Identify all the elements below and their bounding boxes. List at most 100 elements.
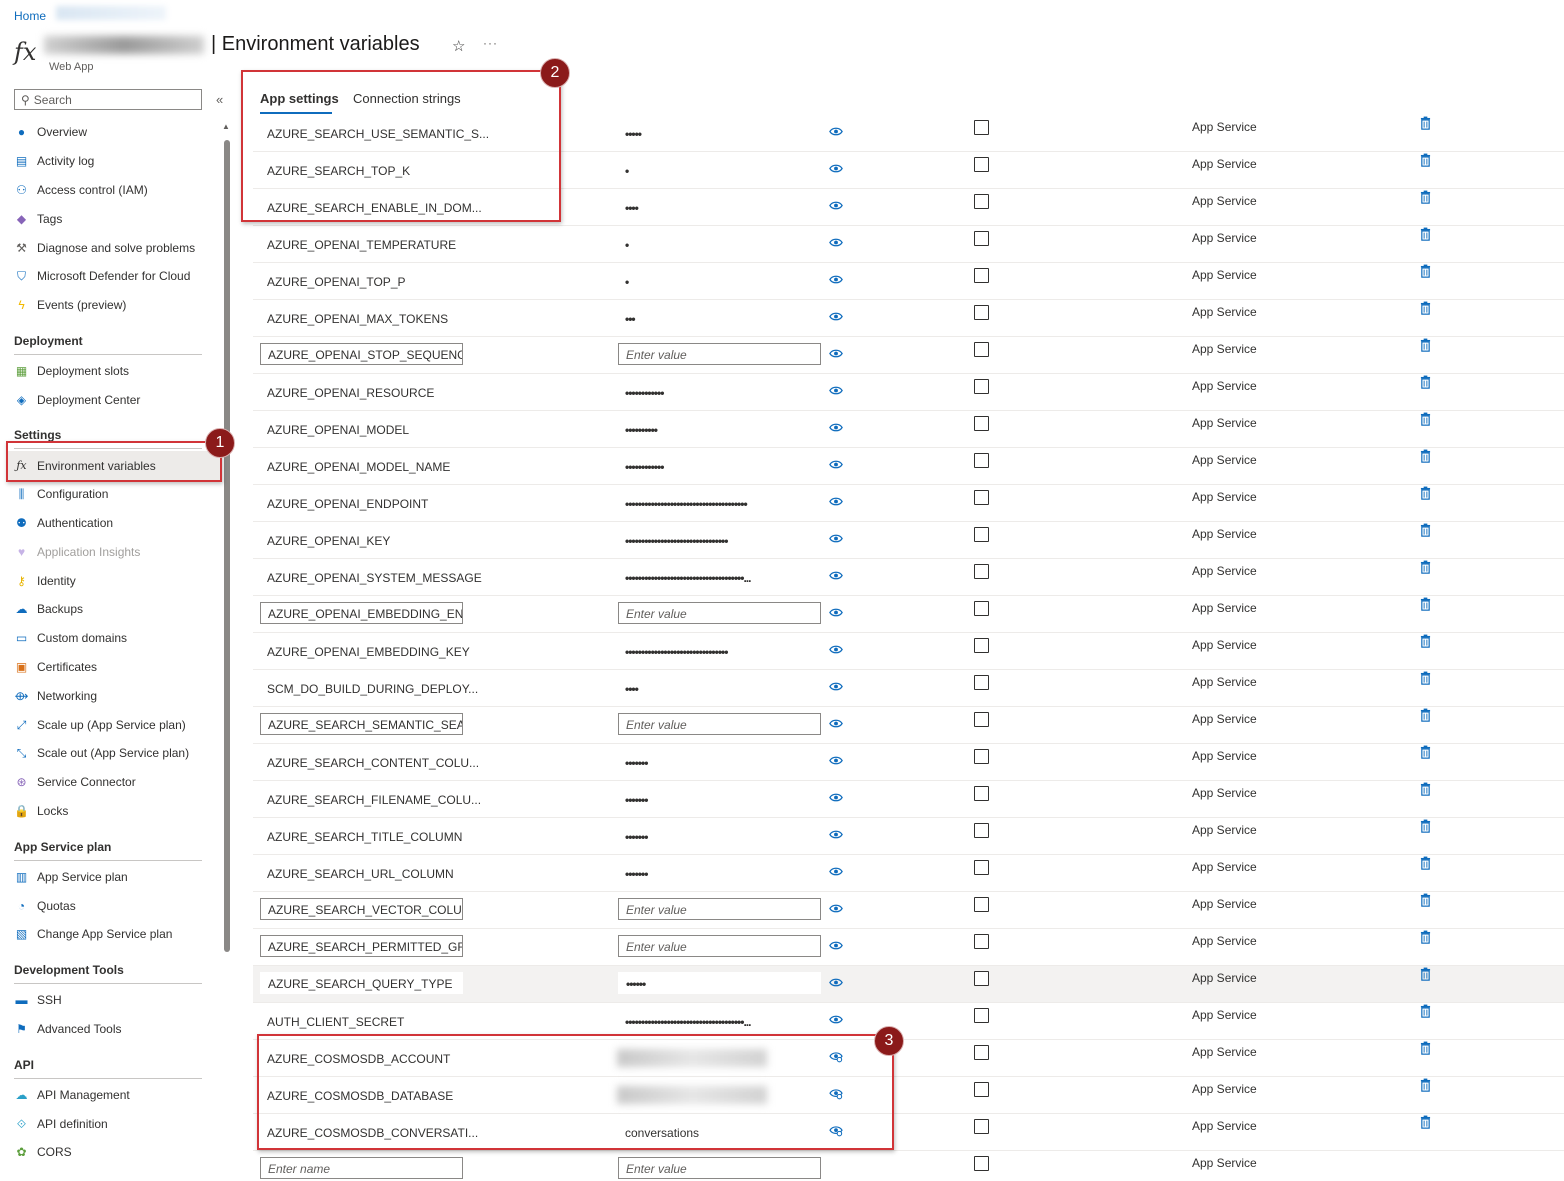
new-setting-name-field[interactable]: Enter name bbox=[260, 1157, 463, 1179]
delete-icon[interactable] bbox=[1420, 708, 1432, 723]
deployment-slot-checkbox[interactable] bbox=[974, 601, 989, 616]
deployment-slot-checkbox[interactable] bbox=[974, 268, 989, 283]
setting-name[interactable]: AZURE_OPENAI_MODEL bbox=[267, 423, 409, 437]
delete-icon[interactable] bbox=[1420, 819, 1432, 834]
setting-name[interactable]: AZURE_SEARCH_CONTENT_COLU... bbox=[267, 756, 479, 770]
deployment-slot-checkbox[interactable] bbox=[974, 120, 989, 135]
sidebar-item-scale-out-app-service-plan[interactable]: ⤡ Scale out (App Service plan) bbox=[14, 743, 189, 763]
show-value-icon[interactable] bbox=[829, 237, 845, 251]
deployment-slot-checkbox[interactable] bbox=[974, 342, 989, 357]
sidebar-item-change-app-service-plan[interactable]: ▧ Change App Service plan bbox=[14, 924, 173, 944]
delete-icon[interactable] bbox=[1420, 412, 1432, 427]
sidebar-item-authentication[interactable]: ⚉ Authentication bbox=[14, 513, 113, 533]
sidebar-item-quotas[interactable]: ◔ Quotas bbox=[14, 896, 76, 916]
star-icon[interactable]: ☆ bbox=[452, 37, 465, 55]
setting-name[interactable]: AZURE_SEARCH_URL_COLUMN bbox=[267, 867, 454, 881]
deployment-slot-checkbox[interactable] bbox=[974, 1156, 989, 1171]
deployment-slot-checkbox[interactable] bbox=[974, 638, 989, 653]
sidebar-item-advanced-tools[interactable]: ⚑ Advanced Tools bbox=[14, 1019, 121, 1039]
deployment-slot-checkbox[interactable] bbox=[974, 416, 989, 431]
delete-icon[interactable] bbox=[1420, 560, 1432, 575]
deployment-slot-checkbox[interactable] bbox=[974, 564, 989, 579]
show-value-icon[interactable] bbox=[829, 311, 845, 325]
setting-name[interactable]: AZURE_SEARCH_FILENAME_COLU... bbox=[267, 793, 481, 807]
sidebar-item-diagnose-and-solve-problems[interactable]: ⚒ Diagnose and solve problems bbox=[14, 238, 195, 258]
deployment-slot-checkbox[interactable] bbox=[974, 1119, 989, 1134]
scroll-up-icon[interactable]: ▲ bbox=[222, 122, 230, 131]
show-value-icon[interactable] bbox=[829, 866, 845, 880]
delete-icon[interactable] bbox=[1420, 745, 1432, 760]
sidebar-item-custom-domains[interactable]: ▭ Custom domains bbox=[14, 628, 127, 648]
show-value-icon[interactable] bbox=[829, 903, 845, 917]
deployment-slot-checkbox[interactable] bbox=[974, 823, 989, 838]
sidebar-item-microsoft-defender-for-cloud[interactable]: ⛉ Microsoft Defender for Cloud bbox=[14, 266, 190, 286]
sidebar-item-access-control-iam[interactable]: ⚇ Access control (IAM) bbox=[14, 180, 148, 200]
sidebar-item-networking[interactable]: ⟴ Networking bbox=[14, 686, 97, 706]
setting-value-field[interactable]: Enter value bbox=[618, 343, 821, 365]
sidebar-item-deployment-center[interactable]: ◈ Deployment Center bbox=[14, 390, 141, 410]
show-value-icon[interactable] bbox=[829, 385, 845, 399]
delete-icon[interactable] bbox=[1420, 1115, 1432, 1130]
show-value-icon[interactable] bbox=[829, 163, 845, 177]
sidebar-scrollbar[interactable] bbox=[224, 140, 230, 952]
delete-icon[interactable] bbox=[1420, 671, 1432, 686]
deployment-slot-checkbox[interactable] bbox=[974, 712, 989, 727]
show-value-icon[interactable] bbox=[829, 940, 845, 954]
show-value-icon[interactable] bbox=[829, 792, 845, 806]
sidebar-item-service-connector[interactable]: ⊛ Service Connector bbox=[14, 772, 135, 792]
delete-icon[interactable] bbox=[1420, 375, 1432, 390]
setting-name-field[interactable]: AZURE_SEARCH_PERMITTED_GRO... bbox=[260, 935, 463, 957]
show-value-icon[interactable] bbox=[829, 459, 845, 473]
setting-name-field[interactable]: AZURE_SEARCH_SEMANTIC_SEAR... bbox=[260, 713, 463, 735]
setting-name[interactable]: AZURE_SEARCH_TITLE_COLUMN bbox=[267, 830, 462, 844]
delete-icon[interactable] bbox=[1420, 1004, 1432, 1019]
delete-icon[interactable] bbox=[1420, 1078, 1432, 1093]
sidebar-item-app-service-plan[interactable]: ▥ App Service plan bbox=[14, 867, 128, 887]
deployment-slot-checkbox[interactable] bbox=[974, 1082, 989, 1097]
deployment-slot-checkbox[interactable] bbox=[974, 860, 989, 875]
sidebar-item-api-definition[interactable]: ⟐ API definition bbox=[14, 1114, 108, 1134]
setting-value-field[interactable]: Enter value bbox=[618, 935, 821, 957]
setting-name[interactable]: SCM_DO_BUILD_DURING_DEPLOY... bbox=[267, 682, 478, 696]
sidebar-item-activity-log[interactable]: ▤ Activity log bbox=[14, 151, 95, 171]
setting-name-field[interactable]: AZURE_OPENAI_EMBEDDING_EN... bbox=[260, 602, 463, 624]
setting-name-field[interactable]: AZURE_SEARCH_QUERY_TYPE bbox=[260, 972, 463, 994]
setting-name[interactable]: AZURE_OPENAI_MAX_TOKENS bbox=[267, 312, 448, 326]
show-value-icon[interactable] bbox=[829, 644, 845, 658]
show-value-icon[interactable] bbox=[829, 1014, 845, 1028]
sidebar-item-deployment-slots[interactable]: ▦ Deployment slots bbox=[14, 361, 129, 381]
sidebar-item-events-preview[interactable]: ϟ Events (preview) bbox=[14, 295, 126, 315]
deployment-slot-checkbox[interactable] bbox=[974, 490, 989, 505]
show-value-icon[interactable] bbox=[829, 274, 845, 288]
delete-icon[interactable] bbox=[1420, 967, 1432, 982]
show-value-icon[interactable] bbox=[829, 607, 845, 621]
deployment-slot-checkbox[interactable] bbox=[974, 379, 989, 394]
deployment-slot-checkbox[interactable] bbox=[974, 1045, 989, 1060]
sidebar-item-configuration[interactable]: ⫼ Configuration bbox=[14, 484, 109, 504]
sidebar-item-certificates[interactable]: ▣ Certificates bbox=[14, 657, 97, 677]
deployment-slot-checkbox[interactable] bbox=[974, 231, 989, 246]
setting-name-field[interactable]: AZURE_SEARCH_VECTOR_COLUM... bbox=[260, 898, 463, 920]
sidebar-item-ssh[interactable]: ▬ SSH bbox=[14, 990, 62, 1010]
setting-value-field[interactable]: Enter value bbox=[618, 602, 821, 624]
setting-name[interactable]: AZURE_OPENAI_TOP_P bbox=[267, 275, 406, 289]
delete-icon[interactable] bbox=[1420, 597, 1432, 612]
show-value-icon[interactable] bbox=[829, 348, 845, 362]
sidebar-item-tags[interactable]: ◆ Tags bbox=[14, 209, 62, 229]
deployment-slot-checkbox[interactable] bbox=[974, 675, 989, 690]
deployment-slot-checkbox[interactable] bbox=[974, 749, 989, 764]
sidebar-item-api-management[interactable]: ☁ API Management bbox=[14, 1085, 130, 1105]
setting-value-field[interactable]: Enter value bbox=[618, 713, 821, 735]
sidebar-item-identity[interactable]: ⚷ Identity bbox=[14, 571, 76, 591]
setting-name[interactable]: AZURE_OPENAI_RESOURCE bbox=[267, 386, 434, 400]
delete-icon[interactable] bbox=[1420, 264, 1432, 279]
delete-icon[interactable] bbox=[1420, 782, 1432, 797]
show-value-icon[interactable] bbox=[829, 496, 845, 510]
setting-name[interactable]: AZURE_OPENAI_ENDPOINT bbox=[267, 497, 428, 511]
deployment-slot-checkbox[interactable] bbox=[974, 305, 989, 320]
show-value-icon[interactable] bbox=[829, 755, 845, 769]
show-value-icon[interactable] bbox=[829, 533, 845, 547]
delete-icon[interactable] bbox=[1420, 338, 1432, 353]
delete-icon[interactable] bbox=[1420, 856, 1432, 871]
setting-name[interactable]: AZURE_OPENAI_TEMPERATURE bbox=[267, 238, 456, 252]
